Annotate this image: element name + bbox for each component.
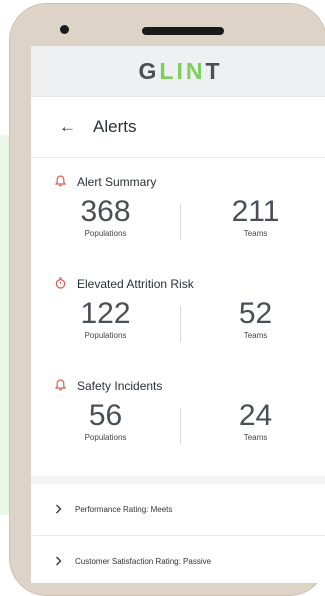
section-title: Alert Summary xyxy=(77,175,157,189)
page-title: Alerts xyxy=(93,117,137,136)
list-item-performance-rating[interactable]: Performance Rating: Meets xyxy=(31,484,325,536)
stats-row: 368 Populations 211 Teams xyxy=(31,196,325,262)
stats-row: 122 Populations 52 Teams xyxy=(31,298,325,364)
camera-dot xyxy=(60,25,69,34)
teams-label: Teams xyxy=(243,229,268,238)
title-bar: ← Alerts xyxy=(31,97,325,158)
chevron-right-icon xyxy=(55,555,75,569)
populations-label: Populations xyxy=(84,433,127,442)
brand-bar: GLINT xyxy=(31,46,325,97)
section-header: Safety Incidents xyxy=(31,372,325,400)
back-arrow-icon[interactable]: ← xyxy=(59,117,93,137)
stopwatch-icon xyxy=(55,276,71,292)
section-header: Elevated Attrition Risk xyxy=(31,270,325,298)
list-item-label: Performance Rating: Meets xyxy=(75,505,173,514)
populations-stat: 368 Populations xyxy=(31,195,180,239)
glint-logo: GLINT xyxy=(138,57,223,84)
populations-count: 368 xyxy=(80,195,131,228)
phone-frame: GLINT ← Alerts Alert Summary 368 Populat… xyxy=(9,3,325,596)
populations-count: 122 xyxy=(80,297,131,330)
section-title: Elevated Attrition Risk xyxy=(77,277,194,291)
teams-label: Teams xyxy=(243,433,268,442)
section-title: Safety Incidents xyxy=(77,379,163,393)
teams-label: Teams xyxy=(243,331,268,340)
populations-label: Populations xyxy=(84,229,127,238)
alert-summary-section[interactable]: Alert Summary 368 Populations 211 Teams xyxy=(31,168,325,270)
list-item-customer-satisfaction[interactable]: Customer Satisfaction Rating: Passive xyxy=(31,536,325,583)
list-item-label: Customer Satisfaction Rating: Passive xyxy=(75,557,212,566)
bell-icon xyxy=(54,378,71,394)
populations-count: 56 xyxy=(88,399,123,432)
teams-count: 211 xyxy=(231,195,280,228)
speaker-grille xyxy=(142,27,224,35)
teams-stat: 52 Teams xyxy=(181,297,325,341)
populations-stat: 56 Populations xyxy=(31,399,180,443)
alert-cards: Alert Summary 368 Populations 211 Teams xyxy=(31,158,325,474)
attrition-risk-section[interactable]: Elevated Attrition Risk 122 Populations … xyxy=(31,270,325,372)
section-header: Alert Summary xyxy=(31,168,325,196)
chevron-right-icon xyxy=(55,503,75,517)
teams-count: 52 xyxy=(238,297,273,330)
section-separator xyxy=(31,476,325,484)
bell-icon xyxy=(54,174,71,190)
populations-stat: 122 Populations xyxy=(31,297,180,341)
teams-stat: 211 Teams xyxy=(181,195,325,239)
teams-stat: 24 Teams xyxy=(181,399,325,443)
populations-label: Populations xyxy=(84,331,127,340)
stats-row: 56 Populations 24 Teams xyxy=(31,400,325,466)
safety-incidents-section[interactable]: Safety Incidents 56 Populations 24 Teams xyxy=(31,372,325,474)
phone-screen: GLINT ← Alerts Alert Summary 368 Populat… xyxy=(31,46,325,583)
teams-count: 24 xyxy=(238,399,273,432)
